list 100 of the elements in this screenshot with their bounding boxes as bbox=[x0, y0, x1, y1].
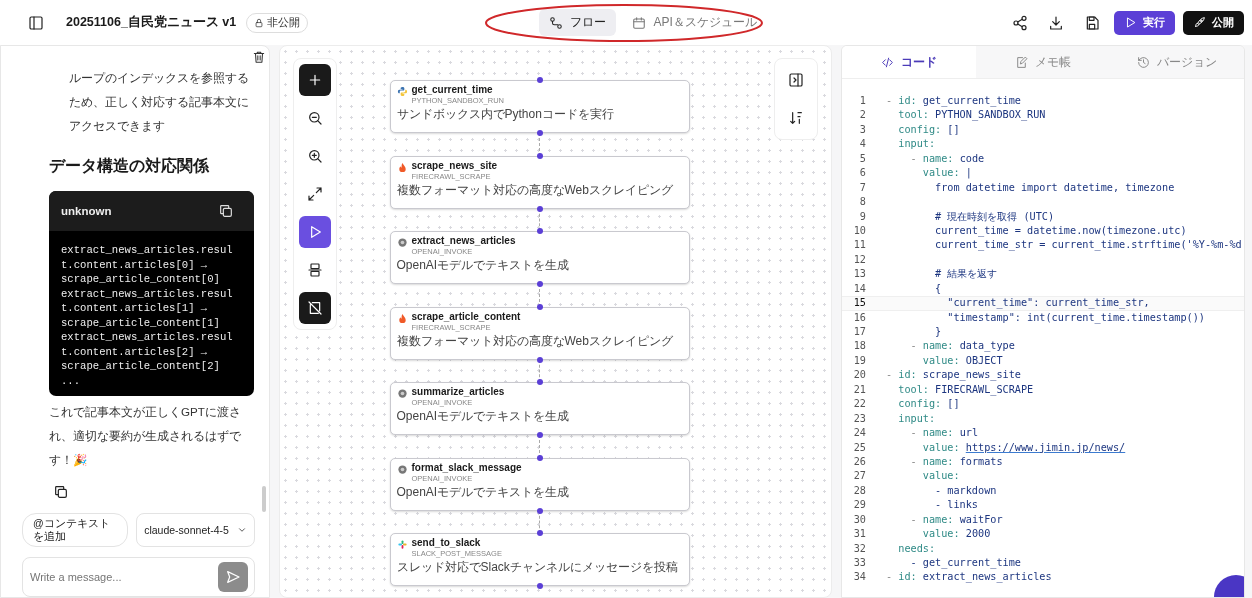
circle-icon bbox=[396, 463, 408, 475]
line-number: 19 bbox=[852, 353, 867, 368]
hide-icon bbox=[307, 300, 323, 316]
code-line: config: [] bbox=[897, 122, 960, 137]
line-number: 27 bbox=[852, 469, 867, 484]
notepad-icon bbox=[1015, 55, 1028, 69]
publish-button[interactable]: 公開 bbox=[1183, 10, 1244, 35]
input-handle[interactable] bbox=[536, 303, 543, 310]
code-language: unknown bbox=[61, 205, 112, 217]
code-line: input: bbox=[897, 137, 936, 152]
run-button[interactable]: 実行 bbox=[1114, 10, 1175, 35]
code-line: - id: scrape_news_site bbox=[886, 368, 1021, 383]
line-number: 12 bbox=[852, 252, 867, 267]
python-logo-icon bbox=[396, 86, 408, 97]
node-name: send_to_slack bbox=[411, 537, 482, 549]
line-number: 2 bbox=[858, 108, 867, 123]
node-name: format_slack_message bbox=[411, 461, 522, 474]
copy-icon bbox=[53, 483, 69, 500]
add-context-button[interactable]: @コンテキストを追加 bbox=[22, 513, 128, 547]
line-number: 15 bbox=[852, 296, 867, 311]
input-handle[interactable] bbox=[536, 77, 543, 83]
trash-icon bbox=[252, 50, 266, 64]
output-handle[interactable] bbox=[536, 583, 543, 589]
message-heading: データ構造の対応関係 bbox=[49, 156, 210, 176]
line-number: 33 bbox=[852, 556, 867, 570]
view-tab[interactable]: フロー bbox=[539, 9, 617, 36]
flow-icon bbox=[549, 15, 564, 30]
node-description: 複数フォーマット対応の高度なWebスクレイピング bbox=[396, 181, 674, 198]
line-number: 4 bbox=[858, 137, 867, 152]
code-icon bbox=[881, 55, 894, 69]
node-name: summarize_articles bbox=[411, 386, 505, 398]
plus-button[interactable] bbox=[299, 64, 331, 96]
node-description: OpenAIモデルでテキストを生成 bbox=[396, 257, 571, 273]
line-number: 14 bbox=[852, 281, 867, 296]
input-handle[interactable] bbox=[536, 379, 543, 385]
input-handle[interactable] bbox=[536, 454, 543, 461]
code-line: ... bbox=[61, 373, 82, 388]
line-number: 10 bbox=[852, 223, 867, 238]
code-line: tool: PYTHON_SANDBOX_RUN bbox=[897, 108, 1046, 123]
output-handle[interactable] bbox=[536, 130, 543, 136]
line-number: 25 bbox=[852, 440, 867, 455]
share-icon bbox=[1012, 14, 1028, 31]
message-input[interactable]: Write a message... bbox=[22, 557, 255, 597]
calendar-icon bbox=[632, 15, 647, 30]
output-handle[interactable] bbox=[536, 432, 543, 438]
output-handle[interactable] bbox=[536, 356, 543, 363]
code-line: - name: data_type bbox=[909, 339, 1015, 354]
view-tab[interactable]: API＆スケジュール bbox=[622, 9, 767, 36]
code-line: value: | bbox=[921, 166, 972, 181]
code-line: - id: get_current_time bbox=[886, 94, 1021, 109]
editor-tab[interactable]: バージョン bbox=[1110, 46, 1244, 78]
rocket-icon bbox=[1193, 16, 1206, 29]
line-number: 29 bbox=[852, 498, 867, 513]
line-number: 21 bbox=[852, 382, 867, 397]
output-handle[interactable] bbox=[536, 281, 543, 287]
code-line: current_time = datetime.now(timezone.utc) bbox=[934, 223, 1187, 239]
sort-icon bbox=[788, 110, 804, 126]
pinwheel-icon bbox=[396, 539, 408, 550]
chevron-down-icon bbox=[236, 525, 247, 535]
save-icon bbox=[1084, 14, 1100, 31]
output-handle[interactable] bbox=[536, 205, 543, 212]
copy-message-button[interactable] bbox=[53, 483, 69, 500]
circle-icon bbox=[396, 388, 408, 399]
scrollbar-thumb[interactable] bbox=[262, 486, 266, 512]
node-description: スレッド対応でSlackチャンネルにメッセージを投稿 bbox=[396, 559, 679, 575]
hide-button[interactable] bbox=[299, 292, 331, 324]
code-line: input: bbox=[897, 411, 936, 426]
line-number: 13 bbox=[852, 267, 867, 282]
input-handle[interactable] bbox=[536, 530, 543, 536]
code-line: "current_time": current_time_str, bbox=[946, 296, 1150, 311]
delete-button[interactable] bbox=[252, 50, 266, 64]
line-number: 24 bbox=[852, 426, 867, 441]
download-icon bbox=[1048, 14, 1064, 31]
input-handle[interactable] bbox=[536, 228, 543, 234]
code-line: # 現在時刻を取得 (UTC) bbox=[934, 209, 1055, 224]
output-handle[interactable] bbox=[536, 507, 543, 514]
line-number: 11 bbox=[852, 238, 867, 253]
message-text: ループのインデックスを参照するため、正しく対応する記事本文にアクセスできます bbox=[69, 70, 250, 134]
layout-icon bbox=[307, 262, 323, 278]
node-name: scrape_article_content bbox=[411, 310, 521, 323]
model-select[interactable]: claude-sonnet-4-5 bbox=[136, 513, 255, 547]
code-line: # 結果を返す bbox=[934, 267, 998, 282]
zoom-out-icon bbox=[307, 110, 323, 126]
line-number: 28 bbox=[852, 483, 867, 498]
editor-tab[interactable]: メモ帳 bbox=[976, 46, 1110, 78]
copy-icon bbox=[218, 203, 234, 219]
play-button[interactable] bbox=[299, 216, 331, 248]
send-button[interactable] bbox=[218, 562, 248, 592]
copy-button[interactable] bbox=[218, 203, 234, 219]
code-link[interactable]: https://www.jimin.jp/news/ bbox=[965, 441, 1126, 453]
line-number: 6 bbox=[858, 166, 867, 181]
line-number: 22 bbox=[852, 397, 867, 412]
play-icon bbox=[1124, 16, 1137, 29]
send-icon bbox=[225, 569, 241, 585]
code-line: value: https://www.jimin.jp/news/ bbox=[921, 440, 1126, 455]
sidebar-toggle-icon bbox=[28, 14, 44, 31]
node-name: scrape_news_site bbox=[411, 159, 498, 172]
line-number: 31 bbox=[852, 527, 867, 542]
input-handle[interactable] bbox=[536, 152, 543, 159]
line-number: 30 bbox=[852, 512, 867, 527]
